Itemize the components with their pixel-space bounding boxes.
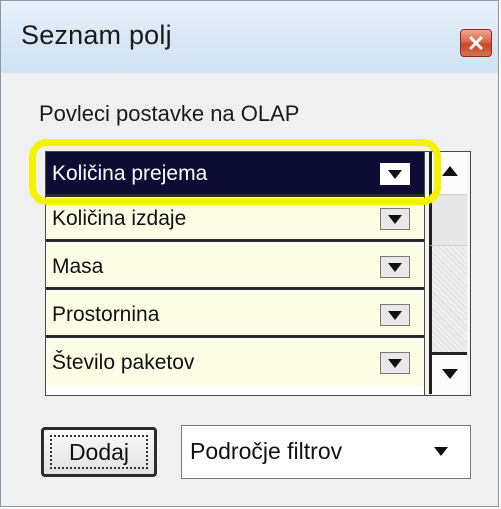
target-area-select[interactable]: Področje filtrov <box>181 425 471 479</box>
chevron-down-icon <box>388 263 402 272</box>
field-item-kolicina-izdaje[interactable]: Količina izdaje <box>46 197 424 242</box>
field-list[interactable]: Količina prejema Količina izdaje Masa Pr… <box>45 151 425 396</box>
field-item-label: Količina prejema <box>52 162 208 185</box>
panel-body: Povleci postavke na OLAP Količina prejem… <box>1 73 498 506</box>
field-list-window: Seznam polj Povleci postavke na OLAP Kol… <box>0 0 499 507</box>
scroll-up-button[interactable] <box>429 152 467 194</box>
field-dropdown-button[interactable] <box>380 163 410 185</box>
target-area-value: Področje filtrov <box>190 438 343 464</box>
field-dropdown-button[interactable] <box>380 304 410 326</box>
field-item-label: Količina izdaje <box>52 207 187 230</box>
field-item-label: Prostornina <box>52 303 160 326</box>
add-button-label: Dodaj <box>68 439 130 465</box>
field-item-kolicina-prejema[interactable]: Količina prejema <box>46 152 424 197</box>
field-item-stevilo-paketov[interactable]: Število paketov <box>46 341 424 386</box>
instruction-label: Povleci postavke na OLAP <box>39 101 300 126</box>
close-icon <box>469 36 483 50</box>
field-dropdown-button[interactable] <box>380 208 410 230</box>
title-bar[interactable]: Seznam polj <box>1 1 498 73</box>
triangle-down-icon <box>442 369 458 379</box>
chevron-down-icon <box>388 170 402 179</box>
chevron-down-icon <box>388 215 402 224</box>
field-item-label: Masa <box>52 255 104 278</box>
scroll-thumb[interactable] <box>429 194 467 246</box>
close-button[interactable] <box>460 29 492 57</box>
window-title: Seznam polj <box>21 20 172 50</box>
field-list-scrollbar[interactable] <box>425 151 471 396</box>
field-item-masa[interactable]: Masa <box>46 245 424 290</box>
chevron-down-icon <box>388 311 402 320</box>
field-dropdown-button[interactable] <box>380 256 410 278</box>
field-item-label: Število paketov <box>52 351 195 374</box>
field-dropdown-button[interactable] <box>380 352 410 374</box>
add-button[interactable]: Dodaj <box>41 427 157 477</box>
field-item-prostornina[interactable]: Prostornina <box>46 293 424 338</box>
chevron-down-icon <box>388 359 402 368</box>
triangle-up-icon <box>442 166 458 176</box>
scroll-down-button[interactable] <box>429 352 467 394</box>
chevron-down-icon[interactable] <box>434 447 448 456</box>
scroll-track[interactable] <box>429 246 467 352</box>
